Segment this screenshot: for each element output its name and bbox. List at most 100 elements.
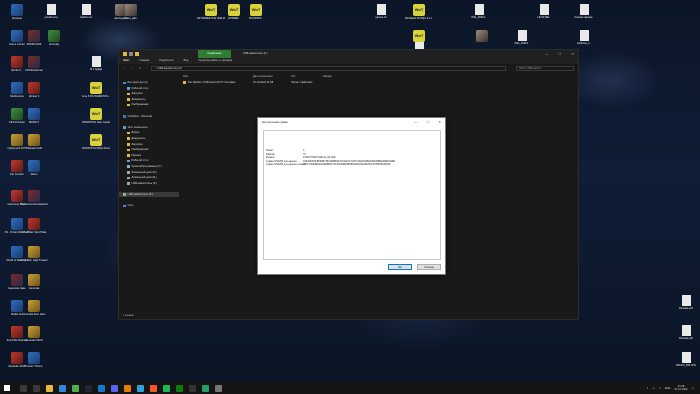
desktop-icon-dsc[interactable]: DSCF0_309.JPG [672,352,700,367]
nav-item[interactable]: Сеть [119,203,179,209]
desktop-icon-pharaoh[interactable]: Pharaoh Gold [20,134,48,150]
column-type[interactable]: Тип [291,74,323,79]
desktop-icon-anomaly[interactable]: Anomaly [40,30,68,46]
desktop-icon-windows[interactable]: windows_1.. [570,30,598,45]
column-name[interactable]: Имя [183,74,253,79]
taskbar-vscode-icon[interactable] [98,384,105,392]
desktop-icon-generals-tecc[interactable]: Generals TECC [20,326,48,342]
desktop-icon-games[interactable]: games.txt [367,4,395,19]
taskbar-task-view-icon[interactable] [33,384,40,392]
ark-icon [28,160,40,172]
taskbar-hash-icon[interactable] [202,384,209,392]
taskbar-edge-icon[interactable] [59,384,66,392]
desktop-icon-hitman[interactable]: Hitman 3 [20,82,48,98]
taskbar-telegram-icon[interactable] [137,384,144,392]
taskbar-discord-icon[interactable] [111,384,118,392]
desktop-icon-generals-zero[interactable]: Generals Zero Hour [20,300,48,316]
dialog-close-button[interactable]: ✕ [438,118,441,126]
column-date[interactable]: Дата изменения [253,74,291,79]
desktop-icon-lidl[interactable]: LIN10 IEE.. [530,4,558,19]
desktop-icon-art-of-war-2[interactable]: Art of War: High Treason [20,246,48,262]
desktop-icon-label: Worldpod 60 80px 14.1 .. [405,17,433,20]
network-icon[interactable]: ▭ [652,387,654,390]
taskbar-brave-icon[interactable] [150,384,157,392]
taskbar-terminal-icon[interactable] [189,384,196,392]
generals-icon [28,274,40,286]
desktop-icon-rezume-2[interactable]: Резюме.pdf [672,325,700,340]
desktop-icon-generals[interactable]: Generals [20,274,48,290]
desktop-icon-img[interactable]: IMG_20210.. [465,4,493,19]
desktop-icon-img2[interactable]: IMG_20210.. [508,30,536,45]
desktop-icon-ddata[interactable]: ddata_gilte.. [117,4,145,20]
desktop-icon-label: Generals Zero Hour [22,313,46,316]
desktop-icon-recycle-bin[interactable]: Корзина [3,4,31,20]
drive-icon [127,171,130,174]
dialog-titlebar[interactable]: Контрольная сумма — ☐ ✕ [258,118,445,126]
maximize-button[interactable]: ☐ [558,50,561,58]
desktop-icon-frozen[interactable]: Frozen Throne [20,352,48,368]
wot-7-icon: WoT [90,108,102,120]
address-bar[interactable]: › USB-накопитель (F:) [151,65,506,71]
taskbar-settings-icon[interactable] [215,384,222,392]
tray-chevron-icon[interactable]: ∧ [647,387,649,390]
desktop-icon-rezume[interactable]: Резюме.pdf [672,295,700,310]
desktop-icon-label: Generals [28,287,40,290]
desktop-icon-wot-3[interactable]: WoT DOORSFA.. [242,4,270,20]
dialog-minimize-button[interactable]: — [414,118,417,126]
new-folder-icon[interactable] [135,52,139,56]
taskbar-steam-icon[interactable] [85,384,92,392]
desktop-icon-wot-8[interactable]: WoT WGMOSTH 00OH Runs... [82,134,110,150]
dialog-maximize-button[interactable]: ☐ [426,118,429,126]
clock-date: 07.10.2022 [674,388,688,391]
star-icon [123,81,126,85]
drive-icon [127,176,130,180]
desktop-icon-doom-eternal[interactable]: DOOM Eternal [20,56,48,72]
desktop-icon-openttd[interactable]: Gammony Basic [3,190,31,206]
folder-icon [123,52,127,56]
file-size [323,80,353,85]
start-button[interactable] [4,385,10,391]
search-input[interactable]: Поиск: USB-накопи... [516,65,574,71]
nav-arrows-icon[interactable]: ← → ∨ ↑ [123,64,149,72]
taskbar-blender-icon[interactable] [124,384,131,392]
language-indicator[interactable]: ENG [665,387,671,390]
column-size[interactable]: Размер [323,74,353,79]
desktop-icon-wot-4[interactable]: WoT Worldpod 60 80px 14.1 .. [405,4,433,20]
taskbar-xbox-icon[interactable] [176,384,183,392]
desktop-icon-biomut[interactable]: BIOMUT [20,108,48,124]
desktop-icon-label: Снимок экрана.. [574,16,594,19]
desktop-icon-wot-7[interactable]: WoT WGMOSTH User Guide [82,108,110,124]
img-icon [474,4,484,15]
wot-2-icon: WoT [228,4,240,16]
taskbar-chrome-icon[interactable] [72,384,79,392]
desktop-icon-readme[interactable]: readme.txt [72,4,100,19]
desktop-icon-screenshot[interactable]: Снимок экрана.. [570,4,598,19]
sha256-data-names-value[interactable]: 388C73DE8E063A3E8B4D74F3AD66BF8E5869F99C… [303,163,440,167]
recycle-bin-icon [11,4,23,16]
explorer-titlebar[interactable]: Управление USB-накопитель (F:) — ☐ ✕ [119,50,578,58]
desktop-icon-art-of-war[interactable]: Art of War: Red Tides [20,218,48,234]
ok-button[interactable]: OK [388,264,412,270]
quick-access-toolbar-icon[interactable] [129,52,133,56]
close-button[interactable]: ✕ [571,50,574,58]
desktop-icon-label: ddata_gilte.. [123,17,139,20]
notifications-icon[interactable]: ▢ [692,387,694,390]
desktop-icon-gmode[interactable]: gmode.png [37,4,65,19]
volume-icon[interactable]: ◁ [659,387,661,390]
checksum-dialog: Контрольная сумма — ☐ ✕ Папки: 3 Файлов:… [257,117,446,275]
desktop-icon-photo-2[interactable] [468,30,496,43]
dsc-icon [681,352,691,363]
taskbar-explorer-icon[interactable] [46,384,53,392]
dialog-window-controls: — ☐ ✕ [414,118,441,126]
desktop-icon-ark[interactable]: Aliens [20,160,48,176]
taskbar-spotify-icon[interactable] [163,384,170,392]
manage-tab[interactable]: Управление [198,50,231,58]
desktop-icon-pdf-1[interactable]: bf 1 bgdgk [82,56,110,71]
minimize-button[interactable]: — [545,50,548,58]
cancel-button[interactable]: Отмена [417,264,441,270]
desktop-icon-label: bf 1 bgdgk [89,68,103,71]
desktop-icon-wot-6[interactable]: WoT Line 6 PG WGMOSTH.. [82,82,110,98]
taskbar-search-icon[interactable] [20,384,27,392]
clock[interactable]: 21:28 07.10.2022 [675,385,688,391]
file-row[interactable]: The Witcher 3 Wild Hunt GOTY Complete 07… [183,80,578,85]
